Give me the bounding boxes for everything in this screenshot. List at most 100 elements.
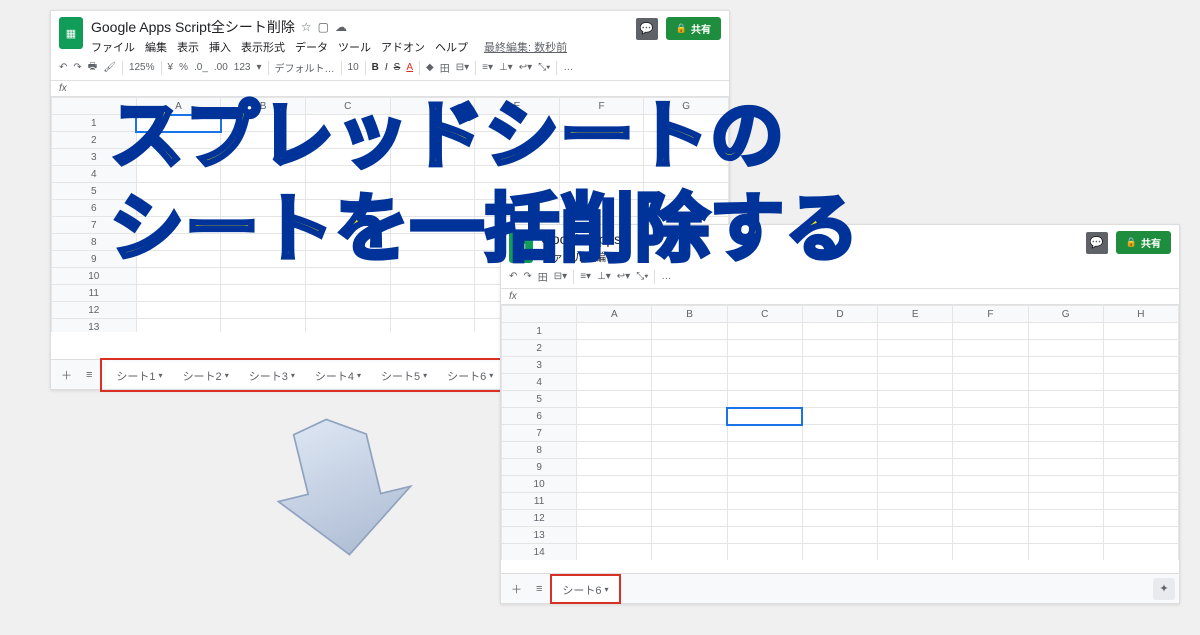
cell[interactable] bbox=[577, 425, 652, 442]
borders-icon[interactable]: 田 bbox=[440, 60, 450, 75]
dropdown-icon[interactable]: ▾ bbox=[423, 371, 427, 380]
cell[interactable] bbox=[727, 459, 802, 476]
dropdown-icon[interactable]: ▾ bbox=[489, 371, 493, 380]
cell[interactable] bbox=[559, 115, 644, 132]
row-header[interactable]: 4 bbox=[52, 166, 137, 183]
strike-icon[interactable]: S bbox=[394, 62, 401, 73]
row-header[interactable]: 11 bbox=[502, 493, 577, 510]
rotate-icon[interactable]: ⤡▾ bbox=[538, 62, 550, 73]
row-header[interactable]: 9 bbox=[52, 251, 137, 268]
cell[interactable] bbox=[652, 340, 727, 357]
menu-view[interactable]: 表示 bbox=[177, 39, 199, 55]
cell[interactable] bbox=[475, 183, 560, 200]
row-header[interactable]: 5 bbox=[52, 183, 137, 200]
cell[interactable] bbox=[953, 408, 1028, 425]
cell[interactable] bbox=[136, 132, 221, 149]
cell[interactable] bbox=[953, 391, 1028, 408]
row-header[interactable]: 14 bbox=[502, 544, 577, 561]
spreadsheet-grid[interactable]: A B C D E F G H 1 2 3 4 5 6 7 8 9 10 11 … bbox=[501, 305, 1179, 560]
menu-addons[interactable]: アドオン bbox=[381, 39, 425, 55]
cell[interactable] bbox=[652, 374, 727, 391]
row-header[interactable]: 9 bbox=[502, 459, 577, 476]
cell[interactable] bbox=[1028, 425, 1103, 442]
percent-icon[interactable]: % bbox=[179, 62, 188, 73]
sheet-tab[interactable]: シート6▾ bbox=[437, 362, 503, 388]
cell[interactable] bbox=[727, 425, 802, 442]
font-size-select[interactable]: 10 bbox=[348, 62, 359, 73]
cell[interactable] bbox=[136, 234, 221, 251]
cell[interactable] bbox=[577, 323, 652, 340]
cell[interactable] bbox=[953, 476, 1028, 493]
cell[interactable] bbox=[1103, 340, 1178, 357]
cell[interactable] bbox=[727, 544, 802, 561]
cell[interactable] bbox=[305, 319, 390, 333]
dropdown-icon[interactable]: ▾ bbox=[357, 371, 361, 380]
cell[interactable] bbox=[559, 132, 644, 149]
cell[interactable] bbox=[1103, 544, 1178, 561]
paint-format-icon[interactable]: 🖌 bbox=[103, 62, 116, 73]
cell[interactable] bbox=[136, 285, 221, 302]
cell[interactable] bbox=[802, 459, 877, 476]
row-header[interactable]: 7 bbox=[52, 217, 137, 234]
col-header[interactable]: A bbox=[136, 98, 221, 115]
cell[interactable] bbox=[802, 425, 877, 442]
cell[interactable] bbox=[878, 374, 953, 391]
cell[interactable] bbox=[953, 442, 1028, 459]
dropdown-icon[interactable]: ▾ bbox=[159, 371, 163, 380]
row-header[interactable]: 12 bbox=[52, 302, 137, 319]
row-header[interactable]: 11 bbox=[52, 285, 137, 302]
cell[interactable] bbox=[221, 149, 306, 166]
cell[interactable] bbox=[1103, 323, 1178, 340]
cell[interactable] bbox=[305, 268, 390, 285]
print-icon[interactable]: 🖶 bbox=[88, 59, 97, 76]
cell[interactable] bbox=[644, 115, 729, 132]
col-header[interactable]: D bbox=[390, 98, 475, 115]
cell[interactable] bbox=[390, 166, 475, 183]
cell[interactable] bbox=[390, 234, 475, 251]
cell[interactable] bbox=[221, 268, 306, 285]
cell[interactable] bbox=[953, 340, 1028, 357]
cell[interactable] bbox=[305, 132, 390, 149]
sheet-tab[interactable]: シート3▾ bbox=[239, 362, 305, 388]
cell[interactable] bbox=[652, 510, 727, 527]
cell[interactable] bbox=[221, 115, 306, 132]
all-sheets-button[interactable]: ≡ bbox=[80, 369, 98, 381]
cell[interactable] bbox=[878, 476, 953, 493]
add-sheet-button[interactable]: ＋ bbox=[505, 581, 528, 597]
row-header[interactable]: 6 bbox=[502, 408, 577, 425]
cell[interactable] bbox=[1028, 391, 1103, 408]
cell[interactable] bbox=[644, 166, 729, 183]
borders-icon[interactable]: 田 bbox=[538, 269, 548, 284]
row-header[interactable]: 1 bbox=[502, 323, 577, 340]
menu-data[interactable]: データ bbox=[295, 39, 328, 55]
dropdown-icon[interactable]: ▾ bbox=[291, 371, 295, 380]
cell[interactable] bbox=[305, 234, 390, 251]
cell[interactable] bbox=[727, 323, 802, 340]
cell[interactable] bbox=[802, 442, 877, 459]
cell[interactable] bbox=[1028, 459, 1103, 476]
row-header[interactable]: 13 bbox=[502, 527, 577, 544]
cell[interactable] bbox=[652, 493, 727, 510]
cell[interactable] bbox=[475, 132, 560, 149]
cell[interactable] bbox=[390, 115, 475, 132]
cell[interactable] bbox=[136, 149, 221, 166]
v-align-icon[interactable]: ⊥▾ bbox=[597, 271, 611, 282]
cell[interactable] bbox=[802, 357, 877, 374]
cell[interactable] bbox=[305, 149, 390, 166]
star-icon[interactable]: ☆ bbox=[301, 20, 312, 34]
redo-icon[interactable]: ↷ bbox=[73, 62, 81, 73]
sheet-tab[interactable]: シート2▾ bbox=[173, 362, 239, 388]
col-header[interactable]: E bbox=[878, 306, 953, 323]
row-header[interactable]: 7 bbox=[502, 425, 577, 442]
cell[interactable] bbox=[305, 251, 390, 268]
cell[interactable] bbox=[221, 132, 306, 149]
cell[interactable] bbox=[1103, 476, 1178, 493]
cell[interactable] bbox=[727, 357, 802, 374]
cell[interactable] bbox=[878, 442, 953, 459]
cell[interactable] bbox=[802, 510, 877, 527]
cell[interactable] bbox=[953, 425, 1028, 442]
cell[interactable] bbox=[136, 319, 221, 333]
menu-help[interactable]: ヘルプ bbox=[435, 39, 468, 55]
row-header[interactable]: 3 bbox=[52, 149, 137, 166]
cell[interactable] bbox=[221, 251, 306, 268]
